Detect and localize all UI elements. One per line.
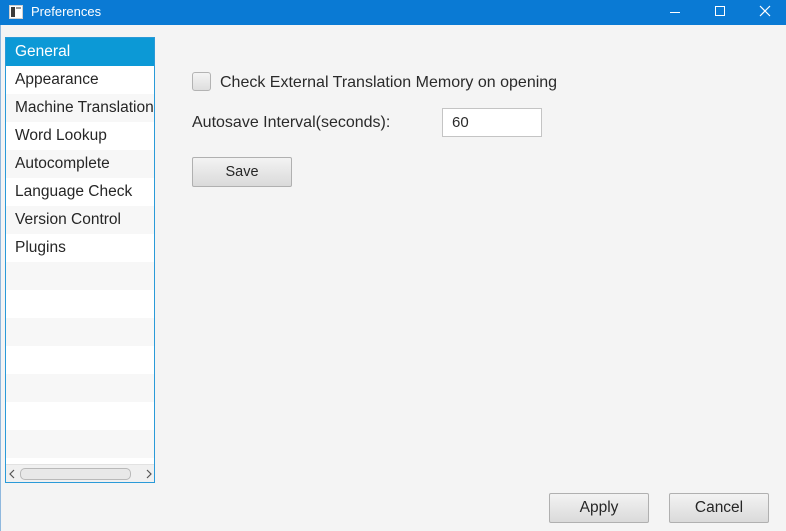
empty-row: [6, 346, 154, 374]
sidebar-item-version-control[interactable]: Version Control: [6, 206, 154, 234]
close-button[interactable]: [742, 0, 786, 25]
empty-row: [6, 402, 154, 430]
save-button[interactable]: Save: [192, 157, 292, 187]
autosave-interval-input[interactable]: [442, 108, 542, 137]
empty-row: [6, 262, 154, 290]
title-bar[interactable]: Preferences: [0, 0, 786, 25]
empty-row: [6, 374, 154, 402]
preferences-category-list[interactable]: General Appearance Machine Translation W…: [5, 37, 155, 483]
sidebar-item-language-check[interactable]: Language Check: [6, 178, 154, 206]
close-icon: [759, 5, 771, 17]
empty-row: [6, 290, 154, 318]
maximize-button[interactable]: [698, 0, 744, 25]
window-title: Preferences: [31, 4, 102, 19]
sidebar-item-word-lookup[interactable]: Word Lookup: [6, 122, 154, 150]
horizontal-scrollbar[interactable]: [6, 464, 154, 482]
category-rows: General Appearance Machine Translation W…: [6, 38, 154, 464]
sidebar-item-plugins[interactable]: Plugins: [6, 234, 154, 262]
autosave-interval-label: Autosave Interval(seconds):: [192, 114, 391, 131]
app-window-icon: [9, 5, 23, 19]
empty-row: [6, 318, 154, 346]
minimize-icon: [670, 12, 680, 13]
sidebar-item-autocomplete[interactable]: Autocomplete: [6, 150, 154, 178]
check-external-tm-label[interactable]: Check External Translation Memory on ope…: [220, 73, 557, 92]
sidebar-item-machine-translation[interactable]: Machine Translation: [6, 94, 154, 122]
window-edge: [0, 25, 1, 531]
check-external-tm-checkbox[interactable]: [192, 72, 211, 91]
scroll-left-icon[interactable]: [9, 469, 16, 479]
cancel-button[interactable]: Cancel: [669, 493, 769, 523]
sidebar-item-general[interactable]: General: [6, 38, 154, 66]
scroll-right-icon[interactable]: [145, 469, 152, 479]
apply-button[interactable]: Apply: [549, 493, 649, 523]
minimize-button[interactable]: [652, 0, 698, 25]
preferences-window: Preferences General Appearance Machine T…: [0, 0, 786, 531]
sidebar-item-appearance[interactable]: Appearance: [6, 66, 154, 94]
scrollbar-thumb[interactable]: [20, 468, 131, 480]
empty-row: [6, 430, 154, 458]
maximize-icon: [715, 6, 725, 16]
